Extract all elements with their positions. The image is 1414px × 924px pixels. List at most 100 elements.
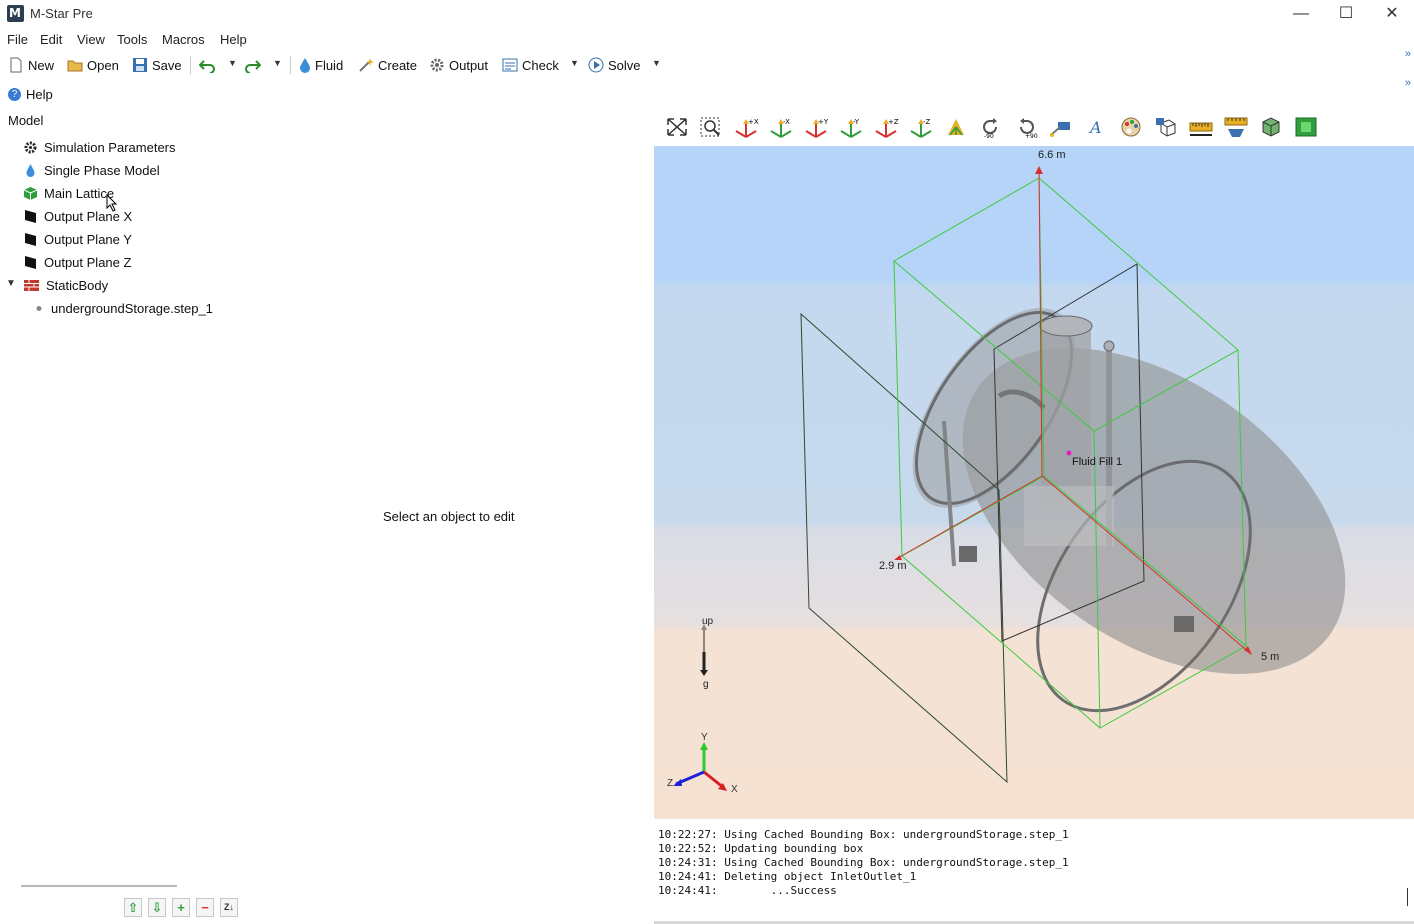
tree-item-label: StaticBody	[46, 277, 109, 293]
zoom-box-icon[interactable]	[698, 115, 724, 139]
fit-all-icon[interactable]	[664, 115, 690, 139]
view-plus-z-icon[interactable]: +Z	[873, 115, 899, 139]
gear-icon	[24, 141, 37, 154]
tree-item-staticbody[interactable]: StaticBody	[24, 275, 108, 295]
check-dropdown-caret[interactable]: ▼	[570, 58, 579, 68]
tree-expander-chevron-down-icon[interactable]: ▼	[6, 278, 16, 289]
undo-dropdown-caret[interactable]: ▼	[228, 58, 237, 68]
menu-bar: File Edit View Tools Macros Help	[0, 29, 1414, 49]
play-circle-icon	[588, 57, 604, 73]
dimension-label-z: 2.9 m	[879, 560, 907, 572]
svg-text:-Y: -Y	[853, 118, 860, 126]
ruler-plane-icon[interactable]	[1223, 115, 1249, 139]
tree-root-model[interactable]: Model	[8, 113, 43, 128]
tree-item-output-plane-z[interactable]: Output Plane Z	[24, 252, 131, 272]
window-title: M-Star Pre	[30, 6, 93, 21]
camera-view-icon[interactable]	[1048, 115, 1074, 139]
tree-item-simulation-parameters[interactable]: Simulation Parameters	[24, 137, 176, 157]
close-button[interactable]: ✕	[1369, 0, 1414, 28]
sort-button[interactable]: Z↓	[220, 898, 238, 917]
menu-view[interactable]: View	[77, 32, 105, 47]
tree-item-label: Output Plane Z	[44, 254, 132, 270]
tree-item-output-plane-y[interactable]: Output Plane Y	[24, 229, 132, 249]
mouse-cursor-icon	[106, 194, 118, 212]
3d-viewport[interactable]: Fluid Fill 1 6.6 m 2.9 m 5 m up g Y X Z	[654, 146, 1414, 819]
log-console[interactable]: 10:22:27: Using Cached Bounding Box: und…	[654, 820, 1414, 924]
color-palette-icon[interactable]	[1118, 115, 1144, 139]
move-up-button[interactable]: ⇧	[124, 898, 142, 917]
undo-icon	[198, 57, 215, 74]
triad-z-label: Z	[667, 778, 673, 789]
menu-file[interactable]: File	[7, 32, 28, 47]
solve-button[interactable]: Solve	[588, 55, 641, 75]
fluid-button[interactable]: Fluid	[299, 55, 343, 75]
redo-button[interactable]	[245, 55, 265, 75]
move-down-button[interactable]: ⇩	[148, 898, 166, 917]
cube-icon	[23, 186, 38, 200]
triad-x-label: X	[731, 784, 738, 795]
toolbar-overflow-icon[interactable]: »	[1405, 48, 1411, 60]
tree-item-single-phase-model[interactable]: Single Phase Model	[24, 160, 160, 180]
ruler-icon[interactable]	[1188, 115, 1214, 139]
rotate-plus-90-icon[interactable]: +90	[1013, 115, 1039, 140]
plane-icon	[24, 232, 37, 246]
create-button[interactable]: Create	[358, 55, 417, 75]
save-button[interactable]: Save	[132, 55, 182, 75]
help-link[interactable]: ? Help	[8, 87, 53, 102]
view-minus-x-icon[interactable]: -X	[768, 115, 794, 139]
view-plus-x-icon[interactable]: +X	[733, 115, 759, 139]
view-minus-y-icon[interactable]: -Y	[838, 115, 864, 139]
output-button-label: Output	[449, 57, 489, 73]
tree-item-label: Output Plane Y	[44, 231, 132, 247]
log-line: 10:22:52: Updating bounding box	[658, 842, 864, 855]
undo-button[interactable]	[198, 55, 219, 75]
tree-item-main-lattice[interactable]: Main Lattice	[23, 183, 115, 203]
log-line: 10:24:31: Using Cached Bounding Box: und…	[658, 856, 1069, 869]
droplet-icon	[24, 163, 37, 177]
new-file-icon	[8, 57, 24, 73]
menu-edit[interactable]: Edit	[40, 32, 62, 47]
check-button[interactable]: Check	[502, 55, 559, 75]
create-button-label: Create	[378, 57, 418, 73]
horizontal-scrollbar[interactable]	[21, 885, 177, 887]
open-button[interactable]: Open	[67, 55, 119, 75]
shaded-cube-icon[interactable]	[1293, 115, 1319, 139]
dimension-label-y: 6.6 m	[1038, 149, 1066, 161]
redo-dropdown-caret[interactable]: ▼	[273, 58, 282, 68]
gravity-g-label: g	[703, 679, 709, 690]
view-minus-z-icon[interactable]: -Z	[908, 115, 934, 139]
menu-help[interactable]: Help	[220, 32, 247, 47]
output-button[interactable]: Output	[429, 55, 488, 75]
wireframe-cube-icon[interactable]	[1153, 115, 1179, 139]
redo-icon	[245, 57, 262, 74]
open-button-label: Open	[87, 57, 119, 73]
tree-item-label: undergroundStorage.step_1	[51, 300, 213, 316]
tree-item-label: Output Plane X	[44, 208, 133, 224]
view-isometric-icon[interactable]	[943, 115, 969, 139]
tree-item-label: Main Lattice	[44, 185, 115, 201]
help-icon: ?	[8, 88, 21, 101]
menu-macros[interactable]: Macros	[162, 32, 205, 47]
rotate-minus-90-icon[interactable]: -90	[978, 115, 1004, 140]
title-bar: M-Star Pre — ☐ ✕	[0, 0, 1414, 28]
add-button[interactable]: +	[172, 898, 190, 917]
tree-item-undergroundstorage[interactable]: undergroundStorage.step_1	[35, 298, 213, 318]
tree-item-label: Single Phase Model	[44, 162, 160, 178]
log-line: 10:22:27: Using Cached Bounding Box: und…	[658, 828, 1069, 841]
minimize-button[interactable]: —	[1278, 0, 1324, 28]
solve-dropdown-caret[interactable]: ▼	[652, 58, 661, 68]
new-button[interactable]: New	[8, 55, 54, 75]
fluid-fill-label: Fluid Fill 1	[1072, 456, 1122, 468]
fluid-fill-marker[interactable]	[1066, 450, 1072, 456]
maximize-button[interactable]: ☐	[1323, 0, 1369, 28]
toolbar-separator	[190, 56, 191, 74]
solid-cube-icon[interactable]	[1258, 115, 1284, 139]
view-plus-y-icon[interactable]: +Y	[803, 115, 829, 139]
text-label-icon[interactable]: A	[1083, 115, 1109, 139]
scene-canvas[interactable]: Fluid Fill 1 6.6 m 2.9 m 5 m up g Y X Z	[654, 146, 1414, 819]
menu-tools[interactable]: Tools	[117, 32, 147, 47]
svg-text:-X: -X	[783, 118, 790, 126]
svg-text:+X: +X	[748, 118, 759, 126]
viewer-toolbar-overflow-icon[interactable]: »	[1405, 77, 1411, 89]
remove-button[interactable]: −	[196, 898, 214, 917]
